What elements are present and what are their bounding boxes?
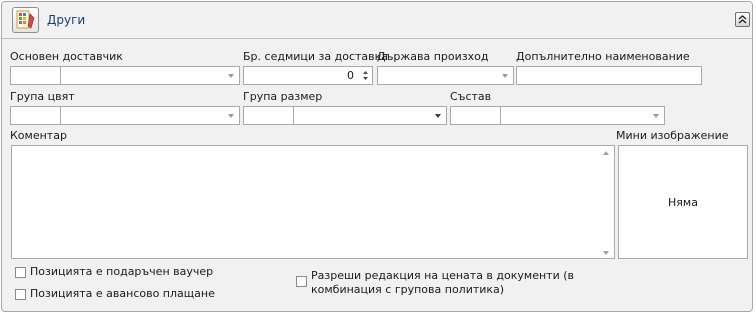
size-group-code-input[interactable]: [243, 106, 294, 125]
palette-icon: [12, 7, 39, 33]
thumbnail-box[interactable]: Няма: [618, 145, 748, 259]
main-supplier-label: Основен доставчик: [10, 50, 123, 63]
thumbnail-empty-text: Няма: [668, 196, 698, 209]
color-group-label: Група цвят: [10, 90, 75, 103]
delivery-weeks-stepper[interactable]: 0: [243, 66, 373, 85]
main-supplier-select[interactable]: [60, 66, 240, 85]
chevron-down-icon: [435, 114, 441, 118]
thumbnail-label: Мини изображение: [616, 129, 729, 142]
collapse-button[interactable]: [735, 12, 750, 27]
additional-name-input[interactable]: [516, 66, 702, 85]
price-edit-label-line2[interactable]: комбинация с групова политика): [311, 283, 504, 296]
additional-name-label: Допълнително наименование: [516, 50, 690, 63]
price-edit-checkbox[interactable]: [296, 276, 307, 287]
composition-code-input[interactable]: [450, 106, 501, 125]
others-panel: Други Основен доставчик Бр. седмици за д…: [1, 1, 753, 312]
advance-payment-checkbox[interactable]: [15, 289, 26, 300]
advance-payment-label[interactable]: Позицията е авансово плащане: [30, 287, 215, 300]
composition-label: Състав: [450, 90, 492, 103]
main-supplier-code-input[interactable]: [10, 66, 61, 85]
composition-select[interactable]: [500, 106, 665, 125]
vertical-scrollbar[interactable]: [599, 147, 613, 259]
delivery-weeks-value: 0: [347, 69, 354, 82]
delivery-weeks-label: Бр. седмици за доставка: [243, 50, 389, 63]
size-group-label: Група размер: [243, 90, 323, 103]
country-label: Държава произход: [377, 50, 489, 63]
comment-label: Коментар: [10, 129, 67, 142]
spin-arrows-icon[interactable]: [361, 68, 370, 83]
color-group-code-input[interactable]: [10, 106, 61, 125]
color-group-select[interactable]: [60, 106, 240, 125]
price-edit-label-line1[interactable]: Разреши редакция на цената в документи (…: [311, 269, 574, 282]
gift-voucher-label[interactable]: Позицията е подаръчен ваучер: [30, 265, 213, 278]
chevron-down-icon: [502, 74, 508, 78]
chevron-down-icon: [228, 114, 234, 118]
chevron-down-icon: [653, 114, 659, 118]
country-select[interactable]: [377, 66, 514, 85]
double-chevron-up-icon: [738, 15, 747, 24]
chevron-down-icon: [228, 74, 234, 78]
panel-title: Други: [47, 13, 86, 27]
panel-header: Други: [2, 2, 752, 39]
size-group-select[interactable]: [293, 106, 447, 125]
gift-voucher-checkbox[interactable]: [15, 267, 26, 278]
comment-textarea[interactable]: [11, 145, 615, 259]
